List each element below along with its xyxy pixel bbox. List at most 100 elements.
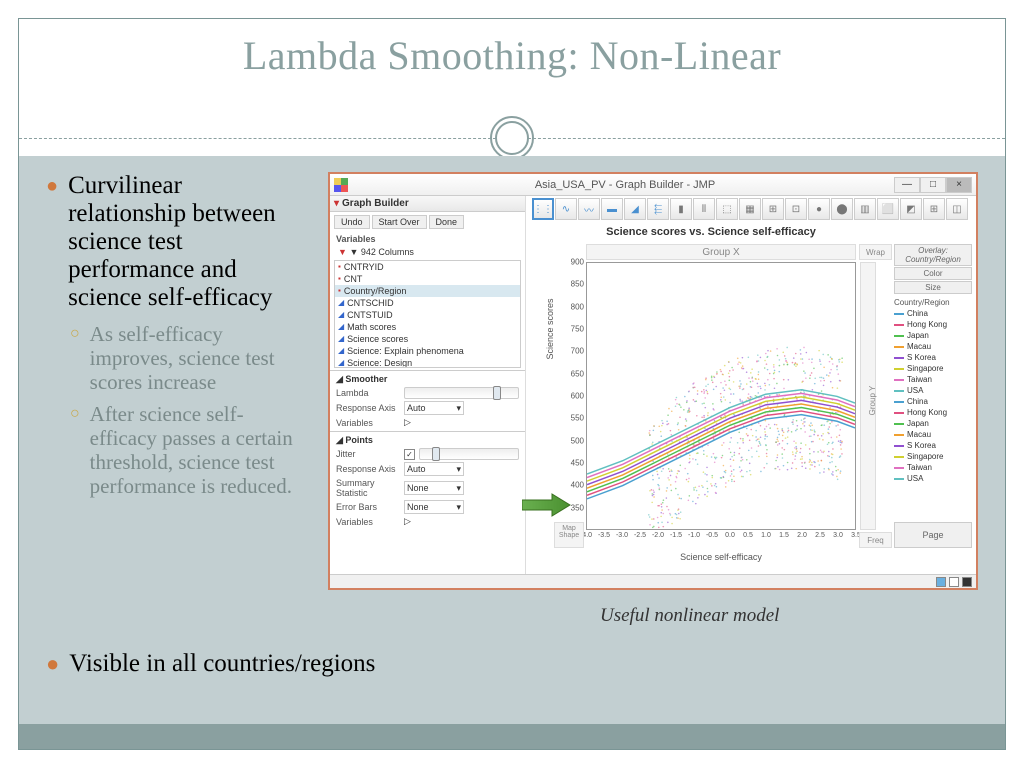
disclosure-triangle-icon[interactable]: ▾: [334, 198, 339, 209]
legend-item[interactable]: USA: [894, 385, 972, 396]
variable-item[interactable]: ▪CNT: [335, 273, 520, 285]
jitter-slider[interactable]: [419, 448, 519, 460]
chart-type-button[interactable]: ▥: [854, 198, 876, 220]
size-dropzone[interactable]: Size: [894, 281, 972, 294]
chart-type-button[interactable]: ▦: [739, 198, 761, 220]
legend-item[interactable]: USA: [894, 473, 972, 484]
legend-item[interactable]: China: [894, 396, 972, 407]
chart-type-button[interactable]: ▮: [670, 198, 692, 220]
chart-type-button[interactable]: ◩: [900, 198, 922, 220]
page-dropzone[interactable]: Page: [894, 522, 972, 548]
status-icon[interactable]: ▾: [962, 577, 972, 587]
chart-type-button[interactable]: ◫: [946, 198, 968, 220]
error-bars-select[interactable]: None▾: [404, 500, 464, 514]
status-icon[interactable]: [949, 577, 959, 587]
variable-item[interactable]: ◢CNTSCHID: [335, 297, 520, 309]
variable-item[interactable]: ▪Country/Region: [335, 285, 520, 297]
jmp-logo-icon: [334, 178, 348, 192]
y-tick: 800: [571, 302, 584, 311]
chart-type-button[interactable]: ⬱: [647, 198, 669, 220]
legend-item[interactable]: Hong Kong: [894, 407, 972, 418]
start-over-button[interactable]: Start Over: [372, 215, 427, 229]
slide-title: Lambda Smoothing: Non-Linear: [0, 32, 1024, 79]
variables-list[interactable]: ▪CNTRYID▪CNT▪Country/Region◢CNTSCHID◢CNT…: [334, 260, 521, 368]
chart-type-button[interactable]: ⬜: [877, 198, 899, 220]
variable-item[interactable]: ◢Science scores: [335, 333, 520, 345]
points-section: ◢ Points Jitter ✓ Response Axis Auto▾ Su…: [330, 431, 525, 530]
smoother-header[interactable]: ◢ Smoother: [330, 373, 525, 386]
window-titlebar[interactable]: Asia_USA_PV - Graph Builder - JMP — □ ×: [330, 174, 976, 196]
chart-type-button[interactable]: ▬: [601, 198, 623, 220]
chart-type-button[interactable]: 〰: [578, 198, 600, 220]
scatter-plot[interactable]: [586, 262, 856, 530]
legend-item[interactable]: Japan: [894, 330, 972, 341]
y-tick: 500: [571, 436, 584, 445]
freq-dropzone[interactable]: Freq: [859, 532, 892, 548]
columns-count[interactable]: ▼ ▼ 942 Columns: [330, 246, 525, 258]
slider-thumb[interactable]: [493, 386, 501, 400]
bullet-text: Visible in all countries/regions: [69, 650, 375, 678]
x-tick: 0.5: [743, 532, 753, 539]
undo-button[interactable]: Undo: [334, 215, 370, 229]
maximize-button[interactable]: □: [920, 177, 946, 193]
legend-item[interactable]: China: [894, 308, 972, 319]
legend-item[interactable]: S Korea: [894, 440, 972, 451]
legend-panel: Overlay: Country/Region Color Size Count…: [894, 244, 972, 484]
bullet-text: As self-efficacy improves, science test …: [90, 322, 306, 394]
y-tick: 450: [571, 459, 584, 468]
legend-item[interactable]: Macau: [894, 341, 972, 352]
x-tick: 0.0: [725, 532, 735, 539]
group-y-dropzone[interactable]: Group Y: [860, 262, 876, 530]
chart-type-button[interactable]: ⬚: [716, 198, 738, 220]
jitter-checkbox[interactable]: ✓: [404, 449, 415, 460]
chart-type-button[interactable]: ⊡: [785, 198, 807, 220]
legend-item[interactable]: Taiwan: [894, 374, 972, 385]
builder-toolbar: Undo Start Over Done: [330, 212, 525, 232]
legend-item[interactable]: S Korea: [894, 352, 972, 363]
expand-icon[interactable]: ▷: [404, 516, 411, 527]
chart-type-button[interactable]: ⋮⋮: [532, 198, 554, 220]
callout-arrow-icon: [522, 490, 572, 523]
chart-type-button[interactable]: ⫴: [693, 198, 715, 220]
expand-icon[interactable]: ▷: [404, 417, 411, 428]
map-shape-dropzone[interactable]: MapShape: [554, 522, 584, 548]
points-header[interactable]: ◢ Points: [330, 434, 525, 447]
variable-item[interactable]: ◢Science: Design: [335, 357, 520, 368]
variable-item[interactable]: ◢Science: Explain phenomena: [335, 345, 520, 357]
legend-item[interactable]: Singapore: [894, 363, 972, 374]
slider-thumb[interactable]: [432, 447, 440, 461]
legend-item[interactable]: Macau: [894, 429, 972, 440]
variable-item[interactable]: ◢CNTSTUID: [335, 309, 520, 321]
variable-item[interactable]: ◢Math scores: [335, 321, 520, 333]
wrap-dropzone[interactable]: Wrap: [859, 244, 892, 260]
variables-label: Variables: [336, 517, 404, 527]
section-header[interactable]: ▾Graph Builder: [330, 196, 525, 212]
summary-label: Summary Statistic: [336, 478, 404, 498]
chart-type-button[interactable]: ∿: [555, 198, 577, 220]
color-dropzone[interactable]: Color: [894, 267, 972, 280]
chart-type-button[interactable]: ◢: [624, 198, 646, 220]
response-axis-select[interactable]: Auto▾: [404, 401, 464, 415]
chart-type-button[interactable]: ●: [808, 198, 830, 220]
minimize-button[interactable]: —: [894, 177, 920, 193]
lambda-slider[interactable]: [404, 387, 519, 399]
chart-type-button[interactable]: ⊞: [762, 198, 784, 220]
x-tick: -1.5: [670, 532, 682, 539]
status-icon[interactable]: [936, 577, 946, 587]
legend-item[interactable]: Japan: [894, 418, 972, 429]
group-x-dropzone[interactable]: Group X: [586, 244, 856, 260]
legend-item[interactable]: Hong Kong: [894, 319, 972, 330]
close-button[interactable]: ×: [946, 177, 972, 193]
variable-item[interactable]: ▪CNTRYID: [335, 261, 520, 273]
legend-title: Country/Region: [894, 297, 972, 308]
chart-type-button[interactable]: ⊞: [923, 198, 945, 220]
chart-type-button[interactable]: ⬤: [831, 198, 853, 220]
summary-select[interactable]: None▾: [404, 481, 464, 495]
bullet-dot-icon: ●: [46, 172, 58, 312]
done-button[interactable]: Done: [429, 215, 465, 229]
legend-item[interactable]: Singapore: [894, 451, 972, 462]
legend-item[interactable]: Taiwan: [894, 462, 972, 473]
jitter-label: Jitter: [336, 449, 404, 459]
y-tick: 650: [571, 369, 584, 378]
response-axis-select[interactable]: Auto▾: [404, 462, 464, 476]
